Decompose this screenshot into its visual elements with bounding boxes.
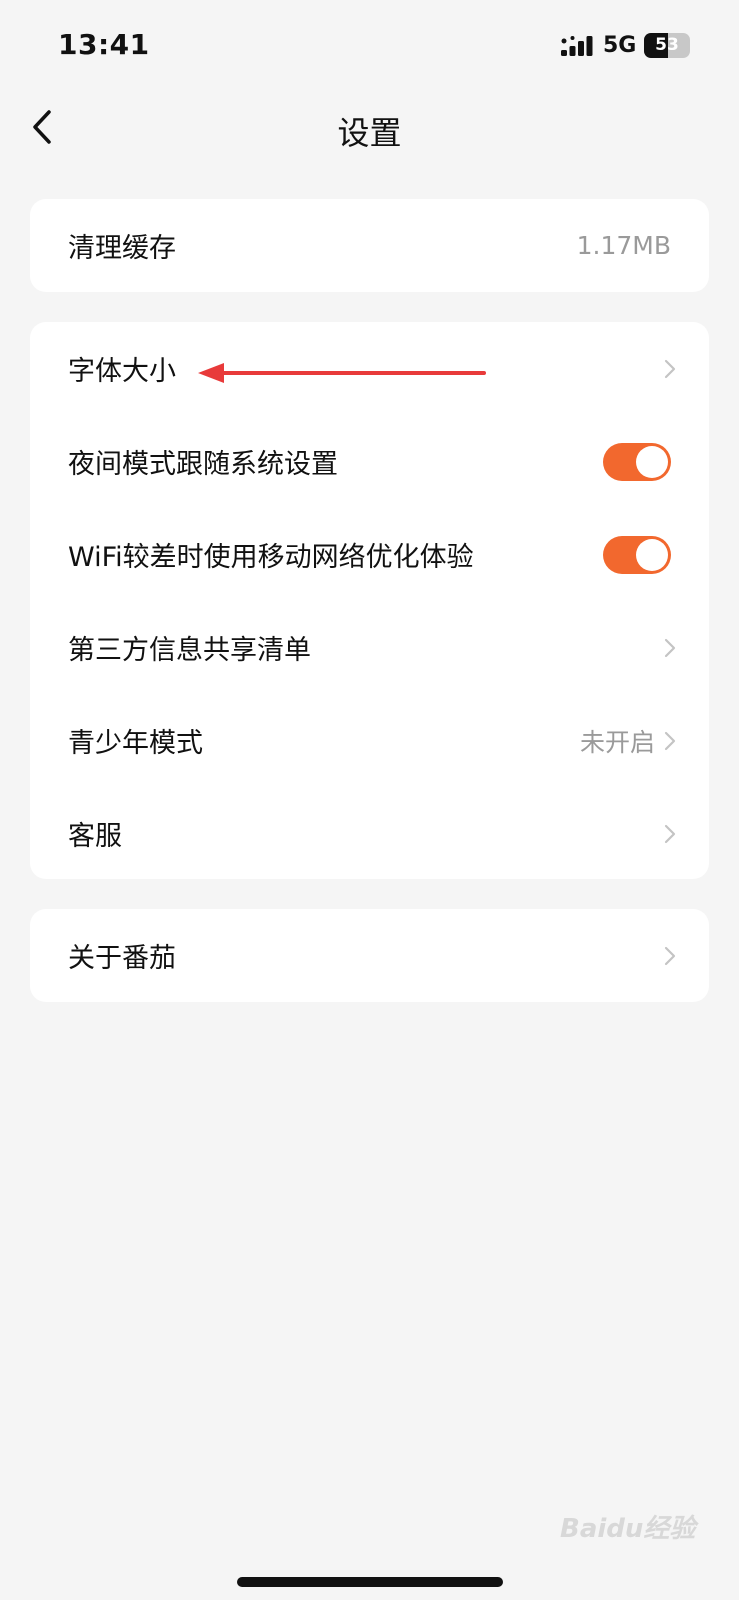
about-row[interactable]: 关于番茄 <box>30 909 709 1002</box>
cellular-signal-icon <box>561 36 593 56</box>
wifi-optimize-toggle[interactable] <box>603 535 671 574</box>
status-time: 13:41 <box>58 28 150 61</box>
chevron-right-icon <box>664 731 676 750</box>
chevron-right-icon <box>664 946 676 965</box>
cache-size-value: 1.17MB <box>576 231 671 260</box>
nav-bar: 设置 <box>0 90 739 170</box>
cache-card: 清理缓存 1.17MB <box>30 199 709 292</box>
settings-card: 字体大小 夜间模式跟随系统设置 WiFi较差时使用移动网络优化体验 第三方信息共… <box>30 322 709 879</box>
home-indicator <box>237 1577 503 1587</box>
third-party-list-row[interactable]: 第三方信息共享清单 <box>30 601 709 694</box>
night-mode-row: 夜间模式跟随系统设置 <box>30 415 709 508</box>
watermark-logo: Baidu经验 <box>560 1514 696 1544</box>
chevron-right-icon <box>664 824 676 843</box>
page-title: 设置 <box>337 114 402 152</box>
customer-service-row[interactable]: 客服 <box>30 787 709 880</box>
about-card: 关于番茄 <box>30 909 709 1002</box>
toggle-knob <box>636 445 668 478</box>
status-bar: 13:41 5G 53 <box>0 0 739 90</box>
wifi-optimize-row: WiFi较差时使用移动网络优化体验 <box>30 508 709 601</box>
about-label: 关于番茄 <box>68 943 176 974</box>
wifi-optimize-label: WiFi较差时使用移动网络优化体验 <box>68 542 474 573</box>
battery-level: 53 <box>655 35 679 55</box>
chevron-right-icon <box>664 359 676 378</box>
clear-cache-row[interactable]: 清理缓存 1.17MB <box>30 199 709 292</box>
youth-mode-row[interactable]: 青少年模式 未开启 <box>30 694 709 787</box>
third-party-list-label: 第三方信息共享清单 <box>68 635 311 666</box>
youth-mode-status: 未开启 <box>579 727 655 757</box>
battery-icon: 53 <box>644 33 690 58</box>
night-mode-label: 夜间模式跟随系统设置 <box>68 449 338 480</box>
youth-mode-label: 青少年模式 <box>68 728 203 759</box>
chevron-right-icon <box>664 638 676 657</box>
customer-service-label: 客服 <box>68 821 122 852</box>
clear-cache-label: 清理缓存 <box>68 233 176 264</box>
annotation-arrow-icon <box>198 363 486 383</box>
network-type: 5G <box>603 33 637 58</box>
toggle-knob <box>636 538 668 571</box>
night-mode-toggle[interactable] <box>603 442 671 481</box>
